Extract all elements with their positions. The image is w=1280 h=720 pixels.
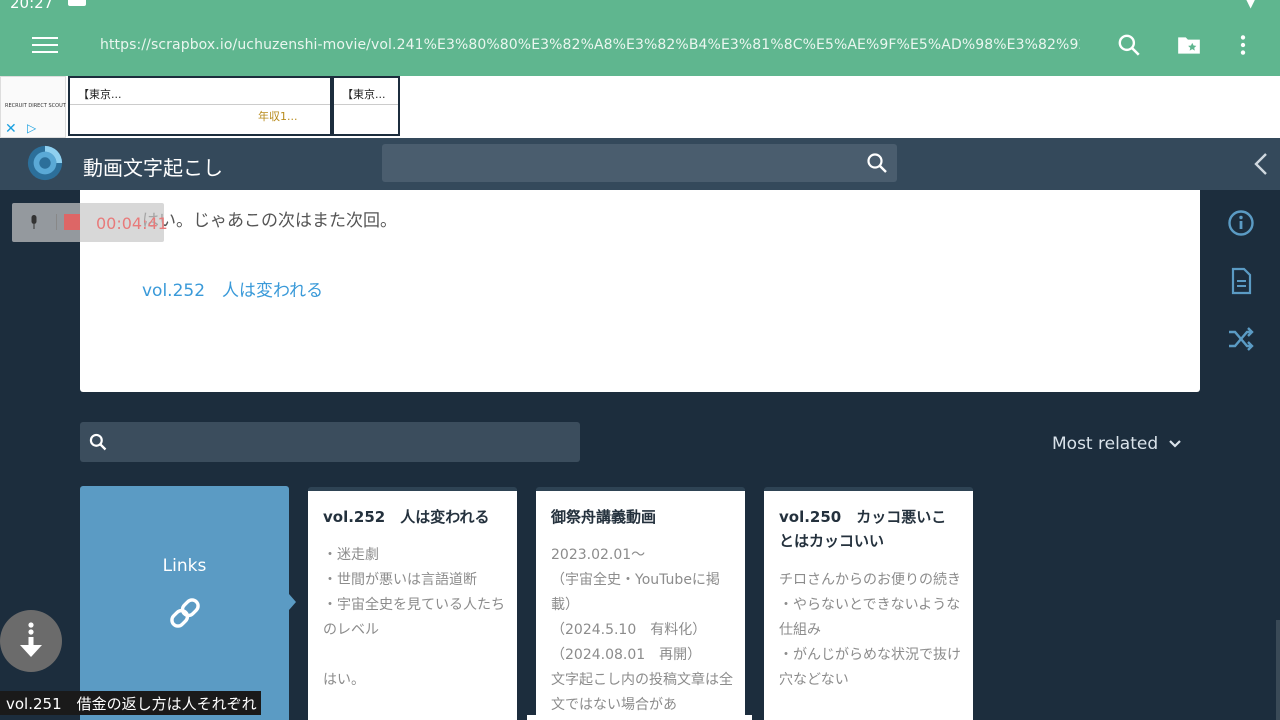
scrapbox-logo-icon[interactable] [26, 144, 64, 182]
search-icon [89, 433, 107, 451]
scroll-down-button[interactable] [0, 610, 62, 672]
search-icon[interactable] [1116, 32, 1142, 58]
page-text-line[interactable]: はい。じゃあこの次はまた次回。 [142, 206, 397, 231]
ad-card-title: 【東京... [78, 88, 122, 101]
close-icon[interactable]: ✕ [5, 121, 17, 137]
links-label: Links [162, 556, 207, 576]
ad-card-title: 【東京... [342, 88, 386, 101]
links-card[interactable]: Links [80, 486, 289, 720]
url-bar[interactable]: https://scrapbox.io/uchuzenshi-movie/vol… [100, 37, 1080, 53]
card-body: ・迷走劇 ・世間が悪いは言語道断 ・宇宙全史を見ている人たちのレベル はい。 [323, 547, 505, 688]
chevron-left-icon[interactable] [1252, 151, 1270, 177]
related-card[interactable]: vol.252 人は変われる ・迷走劇 ・世間が悪いは言語道断 ・宇宙全史を見て… [308, 487, 517, 720]
screen-recorder[interactable]: 00:04:41 [12, 203, 168, 242]
page-content[interactable]: はい。じゃあこの次はまた次回。 vol.252 人は変われる [80, 190, 1200, 392]
scroll-down-icon [20, 622, 42, 657]
search-input[interactable] [382, 144, 897, 182]
links-card-arrow [289, 594, 296, 610]
scrollbar[interactable] [1276, 620, 1280, 720]
related-card[interactable]: 御祭舟講義動画 2023.02.01～ （宇宙全史・YouTubeに掲載） （2… [536, 487, 745, 720]
card-title: vol.252 人は変われる [323, 508, 490, 526]
ad-card-salary: 年収1... [258, 110, 298, 123]
divider [334, 104, 398, 105]
status-time: 20:27 [10, 0, 54, 12]
ad-logo[interactable]: RECRUIT DIRECT SCOUT ✕ ▷ [0, 76, 66, 138]
card-body: チロさんからのお便りの続き ・やらないとできないような仕組み ・がんじがらめな状… [779, 572, 961, 688]
link-icon [170, 598, 200, 628]
divider [70, 104, 330, 105]
app-header: 動画文字起こし [0, 138, 1280, 190]
stop-icon[interactable] [64, 214, 80, 230]
ad-card[interactable]: 【東京... [332, 76, 400, 136]
battery-icon: ▼ [1246, 0, 1256, 10]
gesture-bar [527, 715, 752, 720]
ad-card[interactable]: 【東京... 年収1... [68, 76, 332, 136]
ad-banner[interactable]: RECRUIT DIRECT SCOUT ✕ ▷ 【東京... 年収1... 【… [0, 76, 1280, 138]
recording-timer: 00:04:41 [96, 214, 168, 233]
notification-icon [68, 0, 86, 6]
link-tooltip: vol.251 借金の返し方は人それぞれ [0, 691, 261, 715]
related-card[interactable]: vol.250 カッコ悪いことはカッコいい チロさんからのお便りの続き ・やらな… [764, 487, 973, 720]
divider [56, 214, 57, 230]
sort-dropdown[interactable]: Most related [1052, 434, 1182, 454]
project-title[interactable]: 動画文字起こし [83, 152, 223, 181]
adchoices-icon[interactable]: ▷ [27, 121, 36, 135]
ad-logo-text: RECRUIT DIRECT SCOUT [5, 103, 66, 109]
sort-label: Most related [1052, 434, 1159, 454]
shuffle-icon[interactable] [1226, 324, 1256, 354]
more-vert-icon[interactable] [1230, 32, 1256, 58]
page-link[interactable]: vol.252 人は変われる [142, 276, 323, 301]
info-icon[interactable] [1226, 208, 1256, 238]
related-search-input[interactable] [80, 422, 580, 462]
search-icon[interactable] [865, 151, 889, 175]
page-icon[interactable] [1226, 266, 1256, 296]
menu-icon[interactable] [32, 34, 58, 56]
microphone-icon[interactable] [30, 215, 38, 229]
card-body: 2023.02.01～ （宇宙全史・YouTubeに掲載） （2024.5.10… [551, 547, 733, 713]
card-title: vol.250 カッコ悪いことはカッコいい [779, 508, 947, 550]
bookmark-folder-icon[interactable] [1176, 32, 1202, 58]
chevron-down-icon [1168, 440, 1181, 448]
card-title: 御祭舟講義動画 [551, 508, 657, 526]
browser-toolbar: 20:27 ▼ https://scrapbox.io/uchuzenshi-m… [0, 0, 1280, 76]
